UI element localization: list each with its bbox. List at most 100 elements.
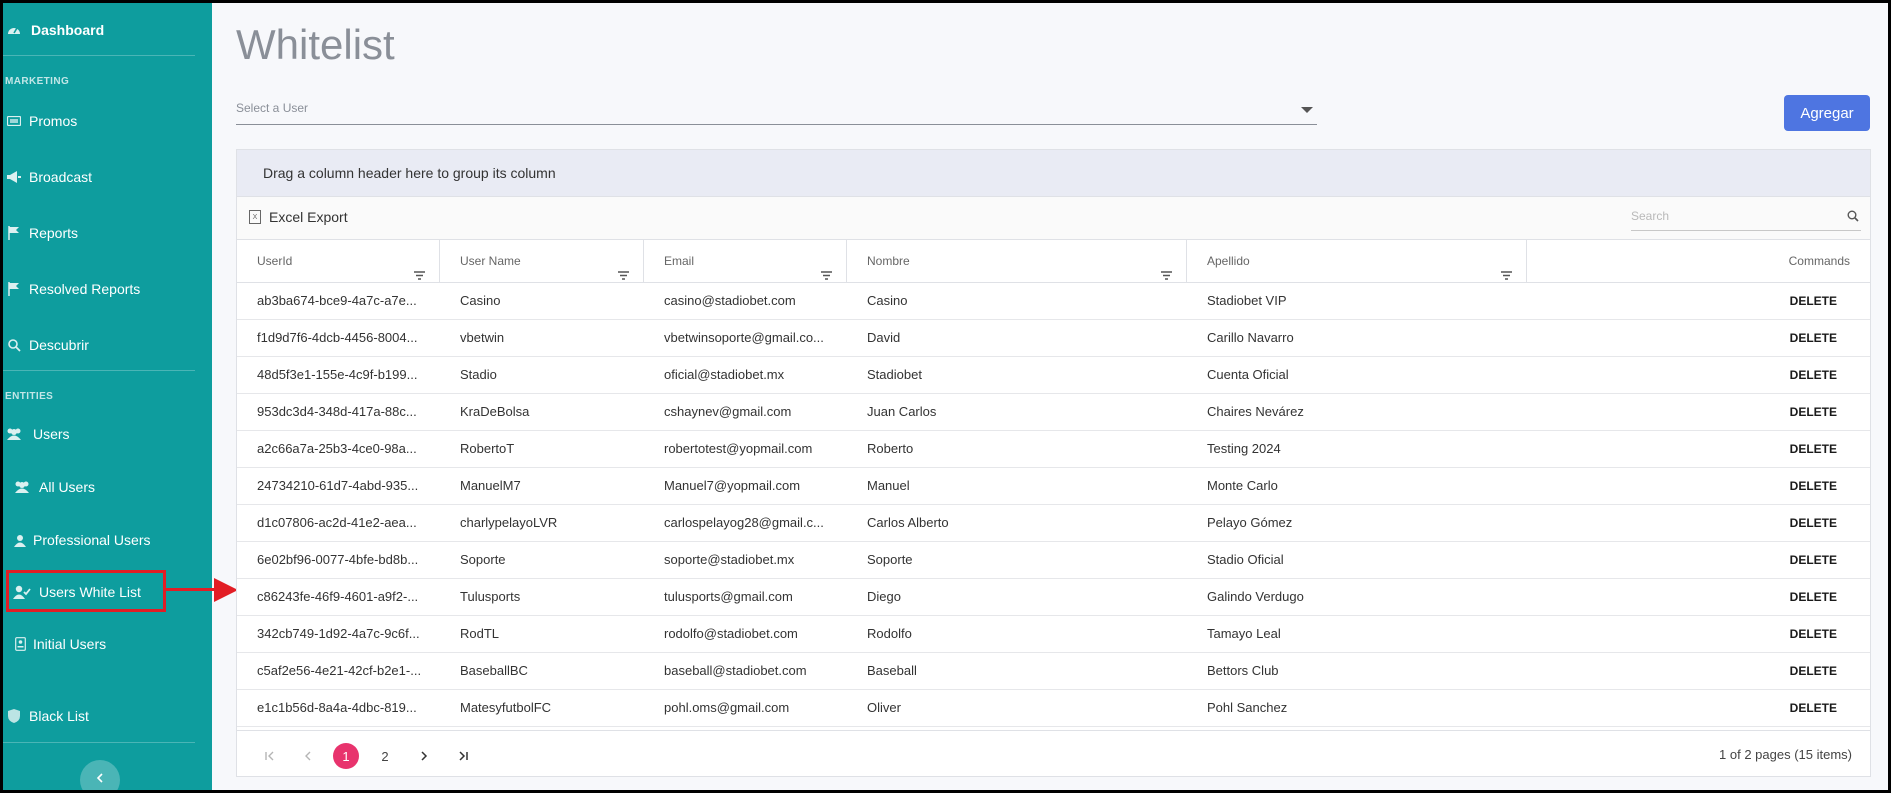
flag-icon	[5, 281, 23, 297]
page-button-1[interactable]: 1	[333, 743, 359, 769]
cell-userid: d1c07806-ac2d-41e2-aea...	[257, 515, 417, 530]
next-page-button[interactable]	[411, 743, 437, 769]
last-page-button[interactable]	[450, 743, 476, 769]
last-page-icon	[459, 751, 468, 761]
grid-header: UserId User Name Email Nombre Apellido C…	[237, 240, 1870, 283]
sidebar-divider	[3, 370, 195, 371]
cell-apellido: Galindo Verdugo	[1207, 589, 1304, 604]
delete-button[interactable]: DELETE	[1790, 283, 1837, 319]
delete-button[interactable]: DELETE	[1790, 542, 1837, 578]
sidebar-section-marketing: MARKETING	[5, 76, 70, 87]
cell-username: MatesyfutbolFC	[460, 700, 552, 715]
cell-email: rodolfo@stadiobet.com	[664, 626, 798, 641]
cell-apellido: Tamayo Leal	[1207, 626, 1281, 641]
column-header-label: Email	[664, 254, 695, 268]
table-row[interactable]: 24734210-61d7-4abd-935... ManuelM7 Manuel7…	[237, 468, 1870, 505]
sidebar-item-reports[interactable]: Reports	[3, 218, 212, 248]
cell-apellido: Pohl Sanchez	[1207, 700, 1288, 715]
chevron-down-icon	[1301, 107, 1313, 113]
sidebar-section-entities: ENTITIES	[5, 391, 54, 402]
delete-button[interactable]: DELETE	[1790, 431, 1837, 467]
column-header-username[interactable]: User Name	[440, 240, 644, 283]
user-icon	[11, 532, 29, 548]
column-header-userid[interactable]: UserId	[237, 240, 440, 283]
search-input[interactable]	[1631, 205, 1831, 227]
table-row[interactable]: 953dc3d4-348d-417a-88c... KraDeBolsa cshay…	[237, 394, 1870, 431]
chevron-right-icon	[421, 751, 428, 761]
column-header-commands: Commands	[1527, 240, 1870, 283]
pager-info: 1 of 2 pages (15 items)	[1719, 747, 1852, 762]
grid-search[interactable]	[1631, 205, 1861, 231]
user-select-dropdown[interactable]: Select a User	[236, 93, 1317, 125]
sidebar-item-users[interactable]: Users	[3, 419, 212, 449]
page-title: Whitelist	[236, 21, 395, 68]
cell-username: RobertoT	[460, 441, 515, 456]
table-row[interactable]: ab3ba674-bce9-4a7c-a7e... Casino casino@st…	[237, 283, 1870, 320]
cell-userid: e1c1b56d-8a4a-4dbc-819...	[257, 700, 417, 715]
table-row[interactable]: f1d9d7f6-4dcb-4456-8004... vbetwin vbetwin…	[237, 320, 1870, 357]
search-icon[interactable]	[1847, 209, 1859, 227]
first-page-button[interactable]	[257, 743, 283, 769]
table-row[interactable]: 48d5f3e1-155e-4c9f-b199... Stadio oficial@…	[237, 357, 1870, 394]
flag-icon	[5, 225, 23, 241]
sidebar-item-descubrir[interactable]: Descubrir	[3, 330, 212, 360]
column-header-label: Apellido	[1207, 254, 1250, 268]
first-page-icon	[265, 751, 274, 761]
pager: 1 2 1 of 2 pages (15 items)	[237, 730, 1870, 778]
table-row[interactable]: c5af2e56-4e21-42cf-b2e1-... BaseballBC bas…	[237, 653, 1870, 690]
chevron-left-icon	[305, 751, 311, 761]
delete-button[interactable]: DELETE	[1790, 468, 1837, 504]
table-row[interactable]: a2c66a7a-25b3-4ce0-98a... RobertoT roberto…	[237, 431, 1870, 468]
prev-page-button[interactable]	[295, 743, 321, 769]
cell-apellido: Stadio Oficial	[1207, 552, 1284, 567]
sidebar-item-black-list[interactable]: Black List	[3, 701, 212, 731]
delete-button[interactable]: DELETE	[1790, 579, 1837, 615]
cell-email: soporte@stadiobet.mx	[664, 552, 795, 567]
add-button[interactable]: Agregar	[1784, 95, 1870, 131]
page-button-2[interactable]: 2	[372, 743, 398, 769]
table-row[interactable]: e1c1b56d-8a4a-4dbc-819... MatesyfutbolFC p…	[237, 690, 1870, 727]
column-header-apellido[interactable]: Apellido	[1187, 240, 1527, 283]
sidebar-item-label: Promos	[29, 113, 78, 129]
cell-username: ManuelM7	[460, 478, 521, 493]
cell-apellido: Stadiobet VIP	[1207, 293, 1287, 308]
table-row[interactable]: d1c07806-ac2d-41e2-aea... charlypelayoLVR…	[237, 505, 1870, 542]
excel-export-button[interactable]: X Excel Export	[249, 209, 348, 225]
cell-nombre: Stadiobet	[867, 367, 922, 382]
cell-userid: 48d5f3e1-155e-4c9f-b199...	[257, 367, 418, 382]
delete-button[interactable]: DELETE	[1790, 616, 1837, 652]
sidebar-item-dashboard[interactable]: Dashboard	[3, 15, 212, 45]
delete-button[interactable]: DELETE	[1790, 394, 1837, 430]
column-header-email[interactable]: Email	[644, 240, 847, 283]
delete-button[interactable]: DELETE	[1790, 357, 1837, 393]
column-header-label: UserId	[257, 254, 293, 268]
cell-username: Soporte	[460, 552, 506, 567]
cell-userid: c5af2e56-4e21-42cf-b2e1-...	[257, 663, 422, 678]
table-row[interactable]: 6e02bf96-0077-4bfe-bd8b... Soporte soporte…	[237, 542, 1870, 579]
delete-button[interactable]: DELETE	[1790, 505, 1837, 541]
sidebar-item-label: All Users	[39, 479, 96, 495]
sidebar-item-professional-users[interactable]: Professional Users	[3, 525, 212, 555]
cell-username: RodTL	[460, 626, 500, 641]
column-header-label: User Name	[460, 254, 521, 268]
delete-button[interactable]: DELETE	[1790, 690, 1837, 726]
sidebar-item-initial-users[interactable]: Initial Users	[3, 629, 212, 659]
cell-apellido: Monte Carlo	[1207, 478, 1278, 493]
cell-email: vbetwinsoporte@gmail.co...	[664, 330, 824, 345]
delete-button[interactable]: DELETE	[1790, 320, 1837, 356]
group-panel[interactable]: Drag a column header here to group its c…	[237, 150, 1870, 197]
shield-icon	[5, 708, 23, 724]
sidebar-item-resolved-reports[interactable]: Resolved Reports	[3, 274, 212, 304]
table-row[interactable]: 342cb749-1d92-4a7c-9c6f... RodTL rodolfo@s…	[237, 616, 1870, 653]
cell-nombre: Casino	[867, 293, 908, 308]
cell-email: baseball@stadiobet.com	[664, 663, 807, 678]
column-header-nombre[interactable]: Nombre	[847, 240, 1187, 283]
sidebar-item-promos[interactable]: Promos	[3, 106, 212, 136]
sidebar-divider	[3, 742, 195, 743]
table-row[interactable]: c86243fe-46f9-4601-a9f2-... Tulusports tul…	[237, 579, 1870, 616]
sidebar-item-broadcast[interactable]: Broadcast	[3, 162, 212, 192]
sidebar-collapse-button[interactable]	[80, 760, 120, 790]
sidebar-item-all-users[interactable]: All Users	[3, 472, 212, 502]
delete-button[interactable]: DELETE	[1790, 653, 1837, 689]
sidebar-item-label: Initial Users	[33, 636, 107, 652]
